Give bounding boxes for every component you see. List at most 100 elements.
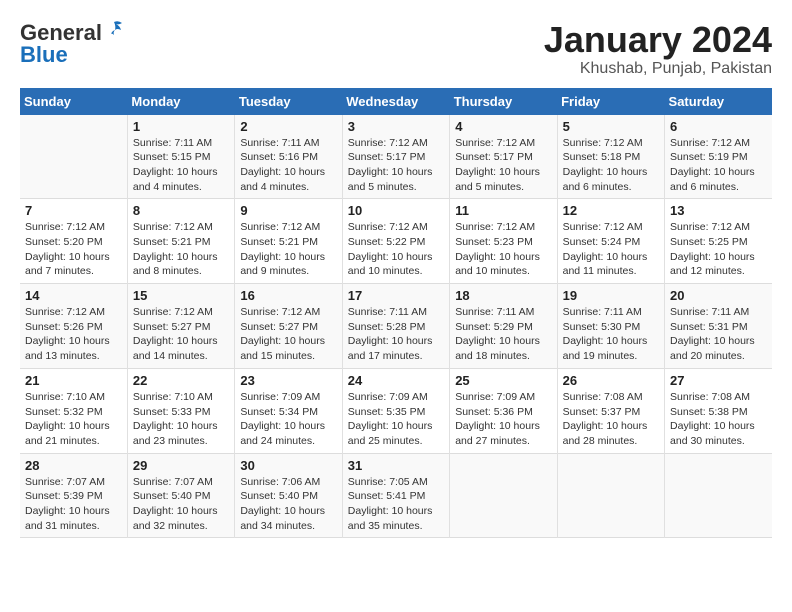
- calendar-header: Sunday Monday Tuesday Wednesday Thursday…: [20, 88, 772, 115]
- day-info: Sunrise: 7:09 AMSunset: 5:34 PMDaylight:…: [240, 390, 336, 449]
- calendar-cell: 30 Sunrise: 7:06 AMSunset: 5:40 PMDayligh…: [235, 453, 342, 538]
- day-number: 13: [670, 203, 767, 218]
- day-info: Sunrise: 7:05 AMSunset: 5:41 PMDaylight:…: [348, 475, 444, 534]
- calendar-cell: 28 Sunrise: 7:07 AMSunset: 5:39 PMDayligh…: [20, 453, 127, 538]
- calendar-cell: 29 Sunrise: 7:07 AMSunset: 5:40 PMDayligh…: [127, 453, 234, 538]
- day-info: Sunrise: 7:07 AMSunset: 5:39 PMDaylight:…: [25, 475, 122, 534]
- day-number: 9: [240, 203, 336, 218]
- calendar-cell: 27 Sunrise: 7:08 AMSunset: 5:38 PMDayligh…: [665, 368, 772, 453]
- header-monday: Monday: [127, 88, 234, 115]
- calendar-cell: 5Sunrise: 7:12 AMSunset: 5:18 PMDaylight…: [557, 115, 664, 199]
- day-info: Sunrise: 7:12 AMSunset: 5:20 PMDaylight:…: [25, 220, 122, 279]
- calendar-cell: [450, 453, 557, 538]
- calendar-week-1: 7 Sunrise: 7:12 AMSunset: 5:20 PMDaylight…: [20, 199, 772, 284]
- calendar-week-3: 21 Sunrise: 7:10 AMSunset: 5:32 PMDayligh…: [20, 368, 772, 453]
- day-number: 1: [133, 119, 229, 134]
- day-info: Sunrise: 7:08 AMSunset: 5:38 PMDaylight:…: [670, 390, 767, 449]
- title-section: January 2024 Khushab, Punjab, Pakistan: [544, 20, 772, 78]
- day-info: Sunrise: 7:12 AMSunset: 5:17 PMDaylight:…: [348, 136, 444, 195]
- calendar-cell: 17Sunrise: 7:11 AMSunset: 5:28 PMDayligh…: [342, 284, 449, 369]
- day-info: Sunrise: 7:12 AMSunset: 5:25 PMDaylight:…: [670, 220, 767, 279]
- day-info: Sunrise: 7:12 AMSunset: 5:27 PMDaylight:…: [133, 305, 229, 364]
- day-info: Sunrise: 7:06 AMSunset: 5:40 PMDaylight:…: [240, 475, 336, 534]
- calendar-cell: 24 Sunrise: 7:09 AMSunset: 5:35 PMDayligh…: [342, 368, 449, 453]
- day-number: 30: [240, 458, 336, 473]
- calendar-cell: 11 Sunrise: 7:12 AMSunset: 5:23 PMDayligh…: [450, 199, 557, 284]
- calendar-cell: 18 Sunrise: 7:11 AMSunset: 5:29 PMDayligh…: [450, 284, 557, 369]
- month-title: January 2024: [544, 20, 772, 60]
- logo-blue: Blue: [20, 42, 124, 68]
- day-info: Sunrise: 7:08 AMSunset: 5:37 PMDaylight:…: [563, 390, 659, 449]
- calendar-cell: 1 Sunrise: 7:11 AMSunset: 5:15 PMDaylight…: [127, 115, 234, 199]
- day-number: 11: [455, 203, 551, 218]
- day-info: Sunrise: 7:12 AMSunset: 5:17 PMDaylight:…: [455, 136, 551, 195]
- day-info: Sunrise: 7:09 AMSunset: 5:35 PMDaylight:…: [348, 390, 444, 449]
- header-tuesday: Tuesday: [235, 88, 342, 115]
- day-info: Sunrise: 7:12 AMSunset: 5:26 PMDaylight:…: [25, 305, 122, 364]
- calendar-cell: 7 Sunrise: 7:12 AMSunset: 5:20 PMDaylight…: [20, 199, 127, 284]
- calendar-cell: 14 Sunrise: 7:12 AMSunset: 5:26 PMDayligh…: [20, 284, 127, 369]
- day-number: 16: [240, 288, 336, 303]
- calendar-cell: 12 Sunrise: 7:12 AMSunset: 5:24 PMDayligh…: [557, 199, 664, 284]
- header-friday: Friday: [557, 88, 664, 115]
- day-number: 7: [25, 203, 122, 218]
- calendar-cell: 9 Sunrise: 7:12 AMSunset: 5:21 PMDaylight…: [235, 199, 342, 284]
- day-number: 21: [25, 373, 122, 388]
- day-number: 31: [348, 458, 444, 473]
- day-number: 27: [670, 373, 767, 388]
- calendar-cell: 26 Sunrise: 7:08 AMSunset: 5:37 PMDayligh…: [557, 368, 664, 453]
- day-number: 10: [348, 203, 444, 218]
- calendar-cell: 22 Sunrise: 7:10 AMSunset: 5:33 PMDayligh…: [127, 368, 234, 453]
- calendar-cell: 23Sunrise: 7:09 AMSunset: 5:34 PMDayligh…: [235, 368, 342, 453]
- day-number: 8: [133, 203, 229, 218]
- page-header: General Blue January 2024 Khushab, Punja…: [20, 20, 772, 78]
- day-info: Sunrise: 7:11 AMSunset: 5:29 PMDaylight:…: [455, 305, 551, 364]
- day-number: 12: [563, 203, 659, 218]
- calendar-week-4: 28 Sunrise: 7:07 AMSunset: 5:39 PMDayligh…: [20, 453, 772, 538]
- day-number: 24: [348, 373, 444, 388]
- day-info: Sunrise: 7:07 AMSunset: 5:40 PMDaylight:…: [133, 475, 229, 534]
- day-number: 6: [670, 119, 767, 134]
- calendar-cell: 2Sunrise: 7:11 AMSunset: 5:16 PMDaylight…: [235, 115, 342, 199]
- day-info: Sunrise: 7:10 AMSunset: 5:32 PMDaylight:…: [25, 390, 122, 449]
- calendar-table: Sunday Monday Tuesday Wednesday Thursday…: [20, 88, 772, 539]
- day-info: Sunrise: 7:12 AMSunset: 5:19 PMDaylight:…: [670, 136, 767, 195]
- day-number: 20: [670, 288, 767, 303]
- day-info: Sunrise: 7:11 AMSunset: 5:30 PMDaylight:…: [563, 305, 659, 364]
- calendar-cell: 20 Sunrise: 7:11 AMSunset: 5:31 PMDayligh…: [665, 284, 772, 369]
- day-number: 4: [455, 119, 551, 134]
- day-number: 26: [563, 373, 659, 388]
- calendar-cell: 19 Sunrise: 7:11 AMSunset: 5:30 PMDayligh…: [557, 284, 664, 369]
- day-number: 25: [455, 373, 551, 388]
- calendar-cell: 10 Sunrise: 7:12 AMSunset: 5:22 PMDayligh…: [342, 199, 449, 284]
- calendar-week-2: 14 Sunrise: 7:12 AMSunset: 5:26 PMDayligh…: [20, 284, 772, 369]
- calendar-cell: 16Sunrise: 7:12 AMSunset: 5:27 PMDayligh…: [235, 284, 342, 369]
- calendar-cell: 25Sunrise: 7:09 AMSunset: 5:36 PMDayligh…: [450, 368, 557, 453]
- calendar-week-0: 1 Sunrise: 7:11 AMSunset: 5:15 PMDaylight…: [20, 115, 772, 199]
- calendar-cell: 3Sunrise: 7:12 AMSunset: 5:17 PMDaylight…: [342, 115, 449, 199]
- calendar-cell: 13 Sunrise: 7:12 AMSunset: 5:25 PMDayligh…: [665, 199, 772, 284]
- day-number: 22: [133, 373, 229, 388]
- calendar-cell: 15Sunrise: 7:12 AMSunset: 5:27 PMDayligh…: [127, 284, 234, 369]
- day-info: Sunrise: 7:10 AMSunset: 5:33 PMDaylight:…: [133, 390, 229, 449]
- header-sunday: Sunday: [20, 88, 127, 115]
- day-info: Sunrise: 7:12 AMSunset: 5:24 PMDaylight:…: [563, 220, 659, 279]
- header-saturday: Saturday: [665, 88, 772, 115]
- day-number: 18: [455, 288, 551, 303]
- day-number: 19: [563, 288, 659, 303]
- day-number: 17: [348, 288, 444, 303]
- calendar-cell: [557, 453, 664, 538]
- day-info: Sunrise: 7:12 AMSunset: 5:21 PMDaylight:…: [240, 220, 336, 279]
- day-info: Sunrise: 7:12 AMSunset: 5:23 PMDaylight:…: [455, 220, 551, 279]
- day-number: 29: [133, 458, 229, 473]
- day-number: 14: [25, 288, 122, 303]
- day-number: 28: [25, 458, 122, 473]
- calendar-cell: 21 Sunrise: 7:10 AMSunset: 5:32 PMDayligh…: [20, 368, 127, 453]
- day-info: Sunrise: 7:12 AMSunset: 5:22 PMDaylight:…: [348, 220, 444, 279]
- day-info: Sunrise: 7:12 AMSunset: 5:21 PMDaylight:…: [133, 220, 229, 279]
- day-number: 2: [240, 119, 336, 134]
- calendar-cell: [20, 115, 127, 199]
- day-info: Sunrise: 7:11 AMSunset: 5:15 PMDaylight:…: [133, 136, 229, 195]
- logo-bird-icon: [104, 20, 124, 40]
- day-info: Sunrise: 7:11 AMSunset: 5:31 PMDaylight:…: [670, 305, 767, 364]
